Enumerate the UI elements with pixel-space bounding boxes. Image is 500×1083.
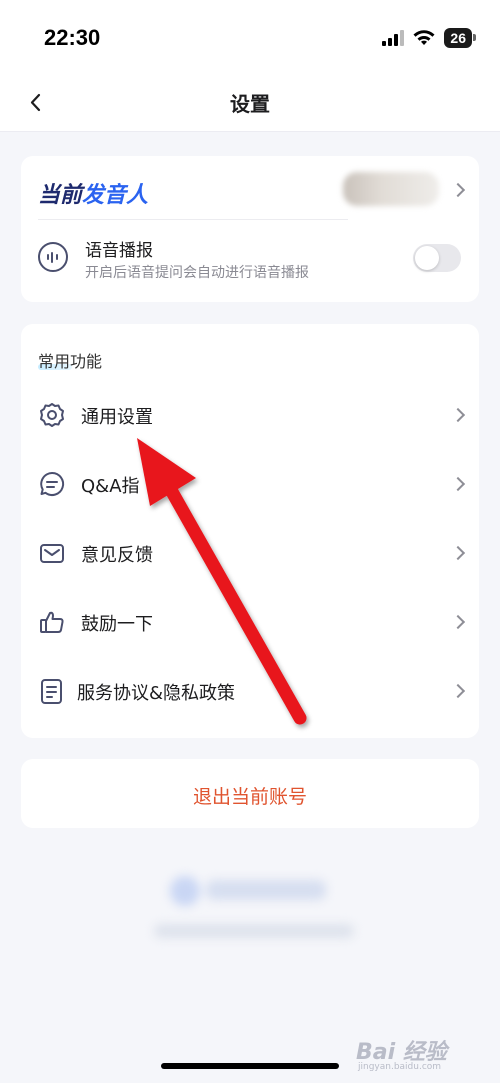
chevron-right-icon xyxy=(450,407,466,423)
menu-item-qa-guide[interactable]: Q&A指 xyxy=(21,454,479,514)
battery-indicator: 26 xyxy=(444,28,476,48)
voice-broadcast-subtitle: 开启后语音提问会自动进行语音播报 xyxy=(85,265,309,281)
logout-label: 退出当前账号 xyxy=(192,786,307,808)
thumbs-up-icon xyxy=(40,611,64,633)
speaker-avatar-blurred xyxy=(343,172,439,206)
voice-broadcast-toggle[interactable] xyxy=(413,244,461,272)
page-title: 设置 xyxy=(230,92,270,116)
menu-item-feedback[interactable]: 意见反馈 xyxy=(21,523,479,583)
blurred-subtext xyxy=(154,924,354,938)
menu-item-general-settings[interactable]: 通用设置 xyxy=(21,385,479,445)
home-indicator[interactable] xyxy=(161,1063,339,1069)
speaker-title-suffix: 发音人 xyxy=(82,183,149,208)
mail-icon xyxy=(40,544,64,563)
menu-item-terms-privacy[interactable]: 服务协议&隐私政策 xyxy=(21,661,479,721)
blurred-text xyxy=(206,880,326,900)
speaker-title-prefix: 当前 xyxy=(38,183,83,208)
chevron-right-icon xyxy=(450,182,466,198)
common-functions-card: 常用功能 通用设置 Q&A指 意见反馈 鼓励一下 服务协议&隐私政策 xyxy=(21,324,479,738)
current-speaker-title: 当前发音人 xyxy=(38,177,148,209)
voice-broadcast-title: 语音播报 xyxy=(85,241,153,261)
watermark-url: jingyan.baidu.com xyxy=(358,1062,442,1072)
blurred-logo xyxy=(170,876,200,906)
chevron-right-icon xyxy=(450,614,466,630)
baidu-jingyan-watermark: Bai 经验 jingyan.baidu.com xyxy=(356,1028,486,1076)
menu-item-label: 服务协议&隐私政策 xyxy=(77,683,236,704)
navigation-bar: 设置 xyxy=(0,78,500,132)
menu-item-label: Q&A指 xyxy=(81,476,140,497)
current-speaker-row[interactable]: 当前发音人 xyxy=(21,156,479,220)
menu-item-label: 通用设置 xyxy=(81,407,153,428)
cellular-signal-icon xyxy=(382,30,405,46)
chevron-right-icon xyxy=(450,545,466,561)
section-title: 常用功能 xyxy=(38,352,103,371)
divider xyxy=(38,219,348,220)
wifi-icon xyxy=(413,30,435,45)
status-time: 22:30 xyxy=(44,25,101,50)
voice-broadcast-icon xyxy=(38,242,68,272)
chat-bubble-icon xyxy=(40,471,65,496)
menu-item-label: 意见反馈 xyxy=(81,545,153,566)
gear-icon xyxy=(40,403,64,427)
menu-item-label: 鼓励一下 xyxy=(81,614,153,635)
status-bar: 22:30 26 xyxy=(0,0,500,78)
chevron-right-icon xyxy=(450,683,466,699)
blurred-footer xyxy=(150,868,360,948)
logout-button[interactable]: 退出当前账号 xyxy=(21,759,479,828)
speaker-card: 当前发音人 语音播报 开启后语音提问会自动进行语音播报 xyxy=(21,156,479,302)
menu-item-encourage[interactable]: 鼓励一下 xyxy=(21,592,479,652)
chevron-right-icon xyxy=(450,476,466,492)
document-icon xyxy=(41,679,62,704)
status-icons: 26 xyxy=(382,28,476,48)
